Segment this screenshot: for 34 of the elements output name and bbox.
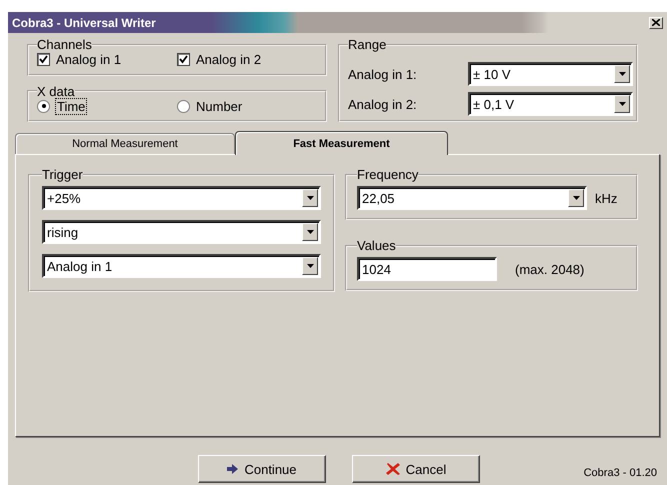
version-text: Cobra3 - 01.20	[584, 467, 657, 479]
hint-text: (max. 2048)	[515, 262, 584, 276]
dropdown-field[interactable]: rising	[42, 220, 321, 244]
values-input[interactable]: 1024	[357, 257, 497, 281]
dropdown-field[interactable]: ± 0,1 V	[468, 92, 633, 116]
dropdown-field[interactable]: 22,05	[357, 186, 587, 210]
arrow-right-icon	[227, 464, 238, 474]
group-label: Range	[348, 37, 386, 52]
radio-button[interactable]	[177, 100, 190, 112]
checkbox-label: Analog in 1	[56, 52, 122, 67]
continue-button[interactable]: Continue	[198, 455, 326, 483]
cross-icon	[386, 462, 400, 476]
group-label: X data	[37, 84, 75, 98]
unit-label: kHz	[595, 190, 618, 206]
radio-button[interactable]	[37, 100, 50, 112]
close-button[interactable]	[649, 16, 663, 28]
group-label: Frequency	[357, 167, 418, 182]
window-title: Cobra3 - Universal Writer	[12, 16, 157, 30]
tab[interactable]: Normal Measurement	[15, 133, 235, 154]
radio-label: Number	[196, 98, 242, 114]
checkbox[interactable]	[177, 53, 190, 66]
checkbox-label: Analog in 2	[196, 52, 262, 67]
field-label: Analog in 2:	[348, 96, 418, 112]
group-label: Channels	[37, 37, 92, 52]
group-label: Values	[357, 238, 396, 253]
radio-label: Time	[56, 98, 86, 114]
group-label: Trigger	[42, 167, 83, 182]
checkbox[interactable]	[37, 53, 50, 66]
cancel-button[interactable]: Cancel	[352, 455, 480, 483]
tab[interactable]: Fast Measurement	[235, 131, 448, 155]
dropdown-field[interactable]: ± 10 V	[468, 62, 633, 86]
dropdown-field[interactable]: +25%	[42, 186, 321, 210]
dropdown-field[interactable]: Analog in 1	[42, 254, 321, 278]
field-label: Analog in 1:	[348, 66, 418, 82]
